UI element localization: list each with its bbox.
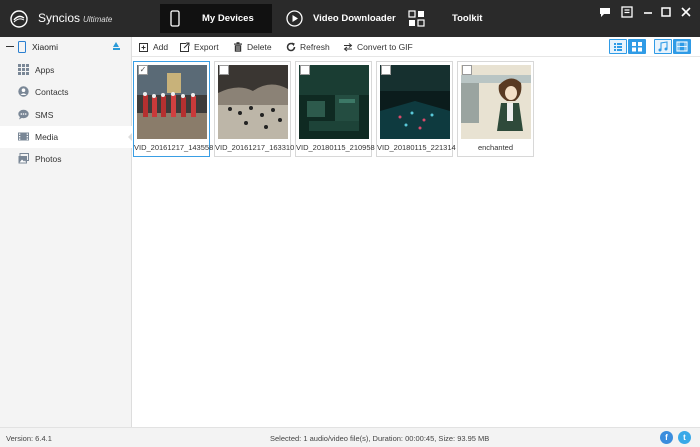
select-checkbox[interactable] bbox=[219, 65, 229, 75]
add-icon bbox=[139, 43, 148, 52]
sidebar-item-label: SMS bbox=[35, 110, 54, 120]
export-icon bbox=[180, 42, 190, 52]
phone-icon bbox=[170, 10, 180, 27]
maximize-icon[interactable] bbox=[659, 5, 673, 19]
sidebar-item-apps[interactable]: Apps bbox=[0, 59, 132, 81]
tab-label: Video Downloader bbox=[313, 13, 396, 24]
apps-grid-icon bbox=[18, 64, 29, 75]
audio-cover-image bbox=[461, 65, 531, 139]
select-checkbox[interactable] bbox=[381, 65, 391, 75]
video-thumbnail-image bbox=[299, 65, 369, 139]
grid-view-button[interactable] bbox=[628, 39, 646, 54]
trash-icon bbox=[234, 42, 242, 52]
refresh-button[interactable]: Refresh bbox=[286, 41, 330, 53]
video-filter-button[interactable] bbox=[673, 39, 691, 54]
media-thumb[interactable]: VID_20161217_163310 bbox=[214, 61, 295, 157]
list-view-icon bbox=[614, 43, 622, 51]
select-checkbox[interactable] bbox=[300, 65, 310, 75]
video-film-icon bbox=[676, 41, 688, 52]
app-name: Syncios bbox=[38, 11, 81, 25]
tab-label: My Devices bbox=[202, 13, 254, 24]
media-thumb[interactable]: ✓ VID_20161217_143558 bbox=[133, 61, 214, 157]
media-file-name: VID_20180115_221314 bbox=[377, 143, 456, 152]
select-checkbox[interactable] bbox=[462, 65, 472, 75]
toolkit-icon bbox=[408, 10, 425, 27]
add-button[interactable]: Add bbox=[139, 41, 168, 53]
sidebar-item-label: Media bbox=[35, 132, 59, 142]
contacts-icon bbox=[18, 86, 29, 97]
media-thumb[interactable]: enchanted bbox=[457, 61, 534, 157]
selection-status-text: Selected: 1 audio/video file(s), Duratio… bbox=[270, 434, 490, 443]
media-file-name: enchanted bbox=[477, 143, 514, 152]
play-icon bbox=[286, 10, 303, 27]
sidebar-item-label: Apps bbox=[35, 65, 55, 75]
eject-icon[interactable] bbox=[113, 42, 119, 47]
video-thumbnail-image bbox=[380, 65, 450, 139]
sidebar: Xiaomi Apps Contacts SMS Media Photos bbox=[0, 37, 132, 427]
music-filter-button[interactable] bbox=[654, 39, 672, 54]
minimize-icon[interactable] bbox=[641, 5, 655, 19]
media-film-icon bbox=[18, 132, 29, 141]
media-file-name: VID_20161217_143558 bbox=[134, 143, 214, 152]
refresh-label: Refresh bbox=[300, 42, 330, 52]
media-toolbar: Add Export Delete Refresh Convert to GIF bbox=[132, 37, 700, 57]
list-view-button[interactable] bbox=[609, 39, 627, 54]
chat-icon[interactable] bbox=[598, 5, 612, 19]
twitter-icon[interactable]: t bbox=[678, 431, 691, 444]
media-thumb[interactable]: VID_20180115_221314 bbox=[376, 61, 456, 157]
video-thumbnail-image bbox=[137, 65, 207, 139]
device-header[interactable]: Xiaomi bbox=[0, 37, 132, 57]
refresh-icon bbox=[286, 42, 296, 52]
title-bar: Syncios Ultimate My Devices Video Downloa… bbox=[0, 0, 700, 37]
sidebar-item-media[interactable]: Media bbox=[0, 126, 132, 148]
device-name: Xiaomi bbox=[32, 42, 58, 52]
menu-icon[interactable] bbox=[620, 5, 634, 19]
media-file-name: VID_20161217_163310 bbox=[215, 143, 295, 152]
export-button[interactable]: Export bbox=[180, 41, 219, 53]
grid-view-icon bbox=[632, 42, 642, 52]
sidebar-item-label: Photos bbox=[35, 154, 62, 164]
status-bar: Version: 6.4.1 Selected: 1 audio/video f… bbox=[0, 427, 700, 447]
tab-video-downloader[interactable]: Video Downloader bbox=[286, 4, 396, 33]
sidebar-item-sms[interactable]: SMS bbox=[0, 104, 132, 126]
convert-gif-label: Convert to GIF bbox=[357, 42, 413, 52]
photos-icon bbox=[18, 153, 29, 164]
export-label: Export bbox=[194, 42, 219, 52]
media-file-name: VID_20180115_210958 bbox=[296, 143, 375, 152]
version-text: Version: 6.4.1 bbox=[6, 434, 52, 443]
tab-my-devices[interactable]: My Devices bbox=[160, 4, 272, 33]
convert-icon bbox=[343, 43, 353, 52]
media-grid: ✓ VID_20161217_143558 VID_20161217_16331… bbox=[132, 57, 700, 427]
facebook-icon[interactable]: f bbox=[660, 431, 673, 444]
music-note-icon bbox=[658, 41, 668, 52]
device-phone-icon bbox=[18, 41, 26, 53]
sidebar-item-photos[interactable]: Photos bbox=[0, 148, 132, 170]
delete-label: Delete bbox=[247, 42, 272, 52]
close-icon[interactable] bbox=[679, 5, 693, 19]
app-edition: Ultimate bbox=[83, 15, 113, 24]
sms-icon bbox=[18, 109, 29, 120]
tab-label: Toolkit bbox=[452, 13, 483, 24]
video-thumbnail-image bbox=[218, 65, 288, 139]
delete-button[interactable]: Delete bbox=[233, 41, 272, 53]
media-thumb[interactable]: VID_20180115_210958 bbox=[295, 61, 375, 157]
collapse-icon[interactable] bbox=[6, 46, 14, 47]
select-checkbox[interactable]: ✓ bbox=[138, 65, 148, 75]
eject-icon-bar bbox=[113, 48, 120, 50]
tab-toolkit[interactable]: Toolkit bbox=[408, 4, 488, 33]
sidebar-item-label: Contacts bbox=[35, 87, 69, 97]
syncios-logo-icon bbox=[10, 10, 28, 28]
convert-gif-button[interactable]: Convert to GIF bbox=[343, 41, 413, 53]
app-title: Syncios Ultimate bbox=[38, 11, 112, 25]
add-label: Add bbox=[153, 42, 169, 52]
sidebar-item-contacts[interactable]: Contacts bbox=[0, 81, 132, 103]
